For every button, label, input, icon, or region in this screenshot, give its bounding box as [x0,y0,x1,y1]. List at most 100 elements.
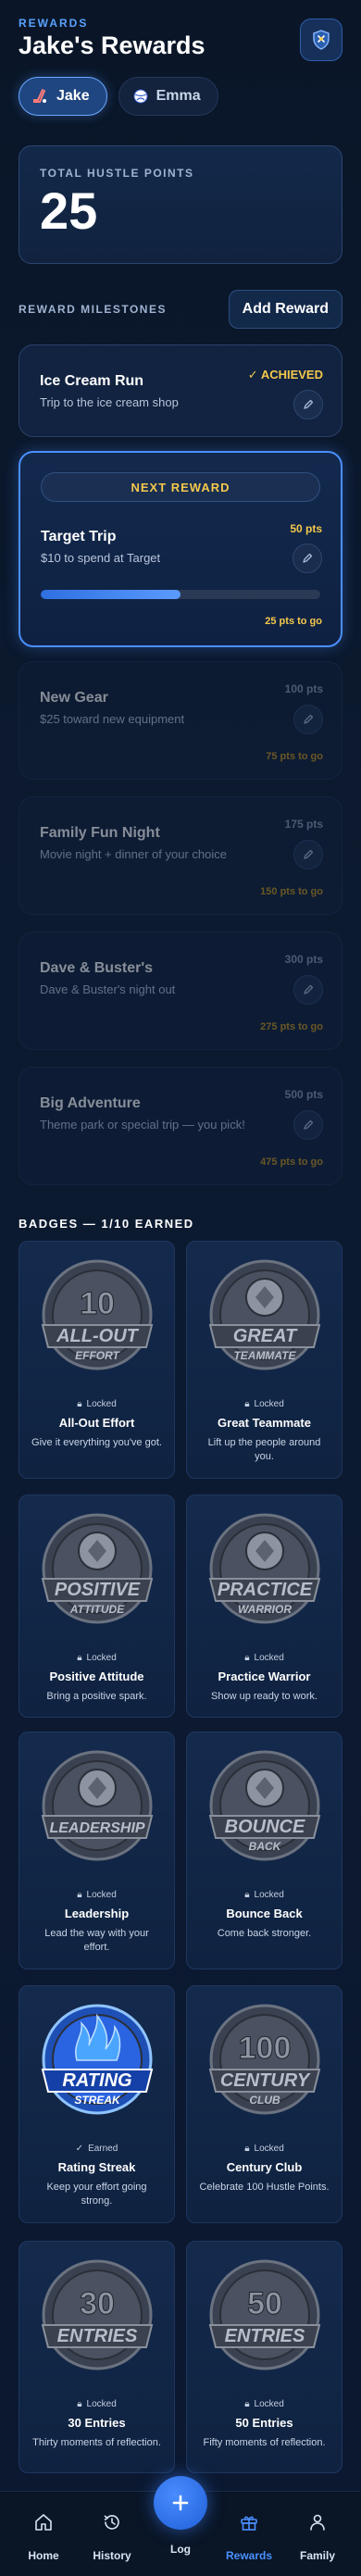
badge-art: LEADERSHIP [41,1750,153,1861]
badge-art: GREAT TEAMMATE [208,1259,320,1370]
badge-name: 50 Entries [235,2416,293,2430]
badge-name: Rating Streak [57,2160,136,2174]
kid-tab-label: Jake [56,88,90,104]
pencil-icon [304,399,314,409]
badge-art-label: ALL-OUT [56,1326,140,1346]
badge-status: 🔒︎ Locked [19,1653,174,1663]
milestone-points: 175 pts [284,818,323,831]
lock-icon: 🔒︎ [77,1653,82,1663]
milestone-subtitle: $10 to spend at Target [41,551,161,565]
badge-status-label: Locked [254,2144,284,2154]
milestone-points: 50 pts [290,522,322,535]
lock-icon: 🔒︎ [77,1890,82,1900]
badge-art-number: 100 [238,2031,291,2066]
milestone-card: Big Adventure Theme park or special trip… [19,1067,342,1185]
pencil-icon [304,1119,314,1130]
milestone-card: New Gear $25 toward new equipment 100 pt… [19,661,342,780]
badge-desc: Thirty moments of reflection. [32,2437,161,2448]
progress-bar [41,590,320,599]
badge-art: 100 CENTURY CLUB [208,2004,320,2115]
badge-art-label: LEADERSHIP [49,1820,144,1836]
lock-icon: 🔒︎ [77,2399,82,2409]
log-label: Log [170,2543,191,2556]
badge-art-number: 10 [80,1286,115,1321]
milestone-title: Target Trip [41,529,117,544]
badge-card[interactable]: 100 CENTURY CLUB 🔒︎ Locked Century Club … [186,1985,342,2223]
nav-history-label: History [93,2549,131,2562]
milestone-title: Family Fun Night [40,825,160,841]
badge-art: RATING STREAK [41,2004,153,2115]
badges-header: BADGES — 1/10 EARNED [19,1217,342,1231]
milestone-card-next: NEXT REWARD Target Trip $10 to spend at … [19,451,342,647]
milestone-pts-to-go: 275 pts to go [260,1021,323,1032]
log-button[interactable] [154,2476,207,2530]
lock-icon: 🔒︎ [244,1399,250,1409]
edit-milestone-button[interactable] [293,705,323,734]
badge-card[interactable]: RATING STREAK ✓ Earned Rating Streak Kee… [19,1985,175,2223]
badge-art-number: 50 [247,2286,282,2321]
milestone-pts-to-go: 150 pts to go [260,886,323,897]
kid-tab-jake[interactable]: Jake [19,77,107,116]
badge-card[interactable]: GREAT TEAMMATE 🔒︎ Locked Great Teammate … [186,1241,342,1479]
pencil-icon [304,849,314,859]
pencil-icon [303,553,313,563]
badge-art-label: POSITIVE [54,1580,140,1600]
kid-tab-emma[interactable]: Emma [118,77,218,116]
badge-name: Leadership [64,1907,130,1920]
kid-selector: Jake Emma [19,77,218,116]
badge-desc: Keep your effort going strong. [46,2182,147,2207]
badge-status: 🔒︎ Locked [19,1399,174,1409]
plus-icon [172,2495,189,2511]
total-points-card: TOTAL HUSTLE POINTS 25 [19,145,342,264]
milestone-subtitle: Theme park or special trip — you pick! [40,1118,245,1132]
edit-milestone-button[interactable] [293,1110,323,1140]
milestone-card: Dave & Buster's Dave & Buster's night ou… [19,932,342,1050]
progress-fill [41,590,180,599]
badge-art-sublabel: TEAMMATE [233,1349,296,1362]
badge-card[interactable]: 50 ENTRIES 🔒︎ Locked 50 Entries Fifty mo… [186,2241,342,2473]
badge-art-label: CENTURY [219,2070,310,2091]
badge-desc: Lead the way with your effort. [44,1928,149,1953]
badge-status-label: Locked [254,1653,284,1663]
badge-status: 🔒︎ Locked [187,1890,342,1900]
badge-art-label: GREAT [232,1326,297,1346]
points-value: 25 [40,181,98,240]
badge-art-label: RATING [62,2070,131,2091]
badge-shield-button[interactable] [300,19,342,61]
badge-card[interactable]: LEADERSHIP 🔒︎ Locked Leadership Lead the… [19,1732,175,1970]
milestone-points: 300 pts [284,953,323,966]
milestone-subtitle: $25 toward new equipment [40,712,185,726]
badge-card[interactable]: BOUNCE BACK 🔒︎ Locked Bounce Back Come b… [186,1732,342,1970]
lock-icon: 🔒︎ [244,1890,250,1900]
badge-art-label: ENTRIES [56,2326,137,2346]
badge-status-label: Locked [86,2399,117,2409]
badge-art: 30 ENTRIES [41,2259,153,2370]
edit-milestone-button[interactable] [293,544,322,573]
person-icon [310,2514,325,2531]
badge-card[interactable]: PRACTICE WARRIOR 🔒︎ Locked Practice Warr… [186,1494,342,1718]
milestone-card: Ice Cream Run Trip to the ice cream shop… [19,344,342,437]
add-reward-button[interactable]: Add Reward [228,290,342,329]
badge-art-sublabel: STREAK [74,2094,121,2107]
edit-milestone-button[interactable] [293,840,323,869]
edit-milestone-button[interactable] [293,975,323,1005]
badge-card[interactable]: 10 ALL-OUT EFFORT 🔒︎ Locked All-Out Effo… [19,1241,175,1479]
page-header: REWARDS Jake's Rewards [19,17,342,60]
badge-status-label: Locked [254,1890,284,1900]
badge-desc: Come back stronger. [217,1928,312,1939]
badge-art: BOUNCE BACK [208,1750,320,1861]
edit-milestone-button[interactable] [293,390,323,419]
badges-label: BADGES — 1/10 EARNED [19,1217,194,1231]
nav-rewards-label: Rewards [225,2549,273,2562]
points-label: TOTAL HUSTLE POINTS [40,167,194,180]
badge-status: 🔒︎ Locked [187,2399,342,2409]
badge-status-label: Locked [254,1399,284,1409]
badge-art-label: PRACTICE [217,1580,312,1600]
badge-card[interactable]: 30 ENTRIES 🔒︎ Locked 30 Entries Thirty m… [19,2241,175,2473]
history-icon [104,2515,119,2530]
next-reward-pill: NEXT REWARD [41,472,320,502]
nav-family-label: Family [299,2549,335,2562]
badge-status-label: Earned [88,2144,118,2154]
badge-card[interactable]: POSITIVE ATTITUDE 🔒︎ Locked Positive Att… [19,1494,175,1718]
milestone-points: 500 pts [284,1088,323,1101]
